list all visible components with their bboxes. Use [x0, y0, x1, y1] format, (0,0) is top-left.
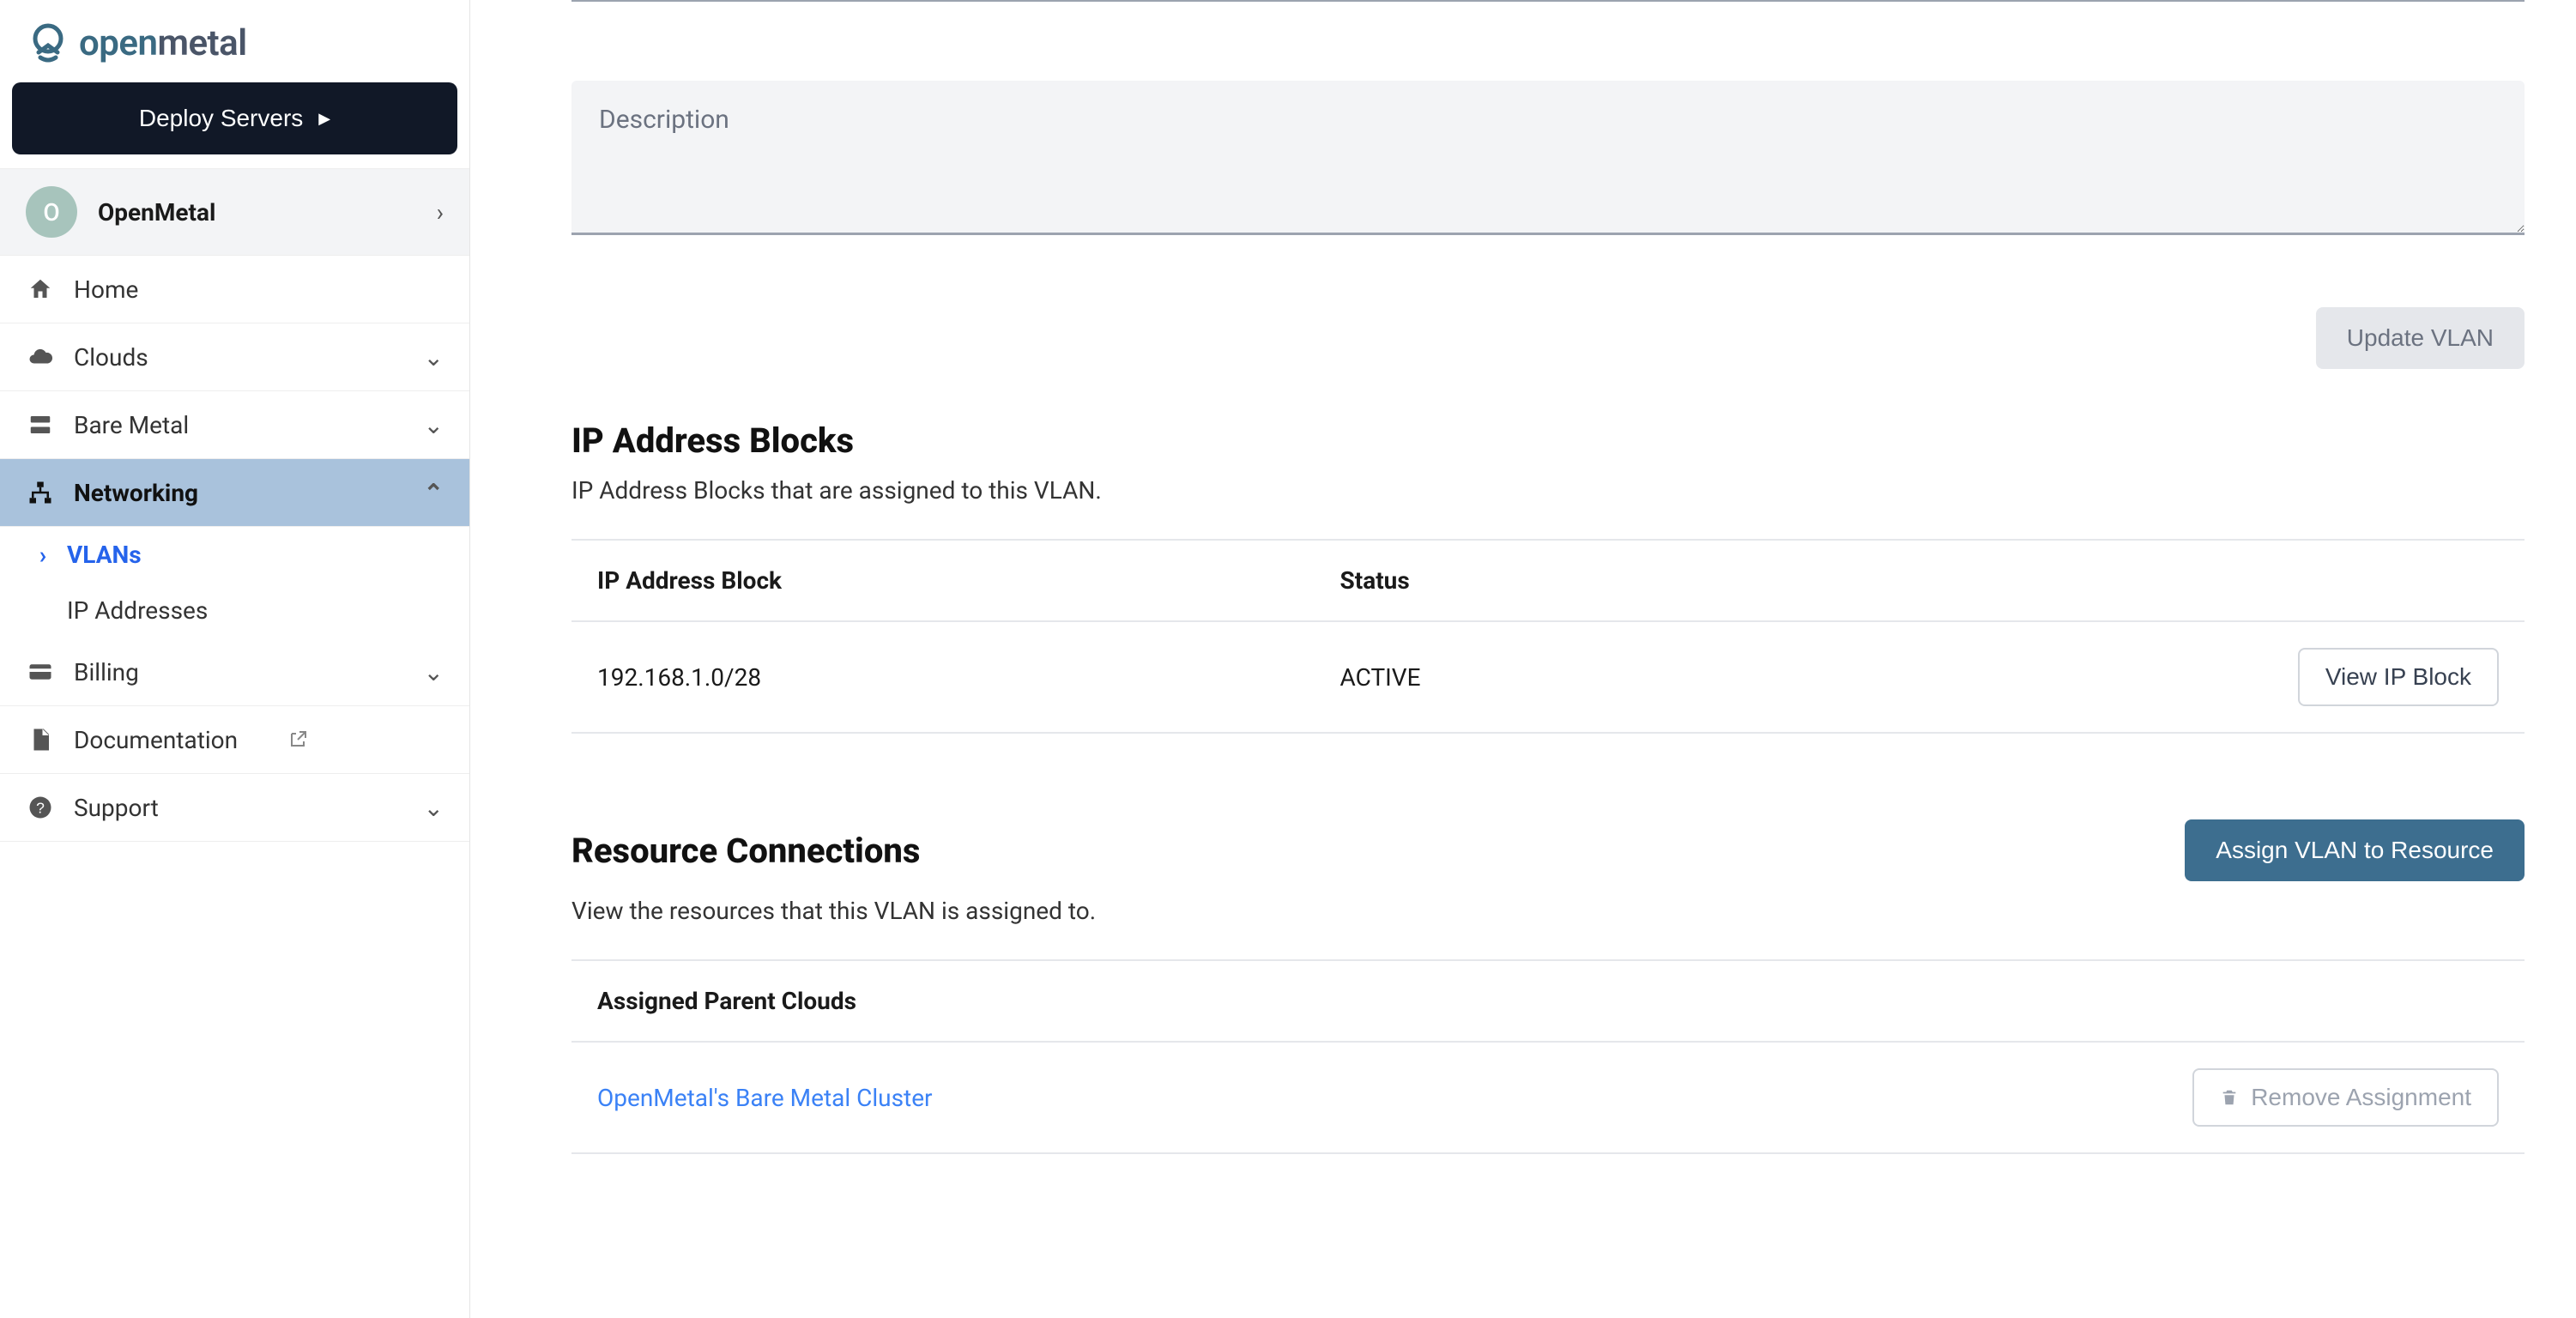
external-link-icon — [287, 729, 308, 750]
nav-label: Networking — [74, 479, 198, 507]
update-vlan-button[interactable]: Update VLAN — [2316, 307, 2525, 369]
col-ip-block: IP Address Block — [571, 540, 1315, 621]
ip-block-value: 192.168.1.0/28 — [571, 621, 1315, 733]
server-icon — [26, 410, 55, 439]
view-ip-block-button[interactable]: View IP Block — [2298, 648, 2499, 706]
networking-subnav: › VLANs IP Addresses — [0, 527, 469, 638]
description-input[interactable] — [571, 81, 2525, 235]
org-avatar: O — [26, 186, 77, 238]
subnav-label: IP Addresses — [67, 596, 208, 625]
nav-support[interactable]: ? Support ⌄ — [0, 774, 469, 842]
chevron-right-icon: › — [33, 541, 53, 569]
chevron-down-icon: ⌄ — [424, 411, 444, 439]
chevron-up-icon: ⌃ — [424, 479, 444, 507]
resource-connections-subtitle: View the resources that this VLAN is ass… — [571, 897, 2525, 925]
sidebar: openmetal Deploy Servers ▶ O OpenMetal ›… — [0, 0, 470, 1318]
nav-label: Home — [74, 275, 138, 304]
ip-blocks-title: IP Address Blocks — [571, 420, 2525, 461]
ip-block-status: ACTIVE — [1315, 621, 1731, 733]
main-content: Update VLAN IP Address Blocks IP Address… — [470, 0, 2576, 1318]
nav-baremetal[interactable]: Bare Metal ⌄ — [0, 391, 469, 459]
subnav-label: VLANs — [67, 541, 142, 569]
home-icon — [26, 275, 55, 304]
logo-icon — [26, 21, 70, 65]
main-nav: Home Clouds ⌄ Bare Metal ⌄ — [0, 256, 469, 842]
col-parent-clouds: Assigned Parent Clouds — [571, 960, 1586, 1042]
deploy-servers-button[interactable]: Deploy Servers ▶ — [12, 82, 457, 154]
col-actions — [1586, 960, 2525, 1042]
org-selector[interactable]: O OpenMetal › — [0, 168, 469, 256]
document-icon — [26, 725, 55, 754]
remove-label: Remove Assignment — [2251, 1084, 2471, 1111]
play-icon: ▶ — [318, 110, 330, 128]
ip-blocks-table: IP Address Block Status 192.168.1.0/28 A… — [571, 539, 2525, 734]
field-divider — [571, 0, 2525, 2]
nav-home[interactable]: Home — [0, 256, 469, 323]
chevron-down-icon: ⌄ — [424, 343, 444, 372]
chevron-right-icon: › — [437, 198, 444, 227]
nav-label: Documentation — [74, 726, 238, 754]
nav-label: Clouds — [74, 343, 148, 372]
subnav-ip-addresses[interactable]: IP Addresses — [0, 583, 469, 638]
nav-label: Support — [74, 794, 159, 822]
org-name: OpenMetal — [98, 198, 416, 227]
remove-assignment-button[interactable]: Remove Assignment — [2192, 1068, 2499, 1127]
nav-label: Bare Metal — [74, 411, 189, 439]
chevron-down-icon: ⌄ — [424, 658, 444, 686]
parent-cloud-link[interactable]: OpenMetal's Bare Metal Cluster — [597, 1084, 933, 1112]
ip-blocks-subtitle: IP Address Blocks that are assigned to t… — [571, 476, 2525, 505]
chevron-down-icon: ⌄ — [424, 794, 444, 822]
network-icon — [26, 478, 55, 507]
resource-row: OpenMetal's Bare Metal Cluster Remove As… — [571, 1042, 2525, 1153]
nav-networking[interactable]: Networking ⌃ — [0, 459, 469, 527]
nav-documentation[interactable]: Documentation — [0, 706, 469, 774]
cloud-icon — [26, 342, 55, 372]
credit-card-icon — [26, 657, 55, 686]
nav-clouds[interactable]: Clouds ⌄ — [0, 323, 469, 391]
resource-connections-table: Assigned Parent Clouds OpenMetal's Bare … — [571, 959, 2525, 1154]
help-icon: ? — [26, 793, 55, 822]
svg-text:?: ? — [36, 799, 45, 816]
nav-billing[interactable]: Billing ⌄ — [0, 638, 469, 706]
brand-logo[interactable]: openmetal — [0, 0, 469, 82]
subnav-vlans[interactable]: › VLANs — [0, 527, 469, 583]
deploy-label: Deploy Servers — [139, 105, 303, 132]
col-status: Status — [1315, 540, 1731, 621]
logo-text: openmetal — [79, 22, 247, 64]
nav-label: Billing — [74, 658, 139, 686]
assign-vlan-button[interactable]: Assign VLAN to Resource — [2185, 819, 2525, 881]
col-actions — [1730, 540, 2525, 621]
ip-block-row: 192.168.1.0/28 ACTIVE View IP Block — [571, 621, 2525, 733]
trash-icon — [2220, 1088, 2239, 1107]
resource-connections-title: Resource Connections — [571, 831, 920, 871]
